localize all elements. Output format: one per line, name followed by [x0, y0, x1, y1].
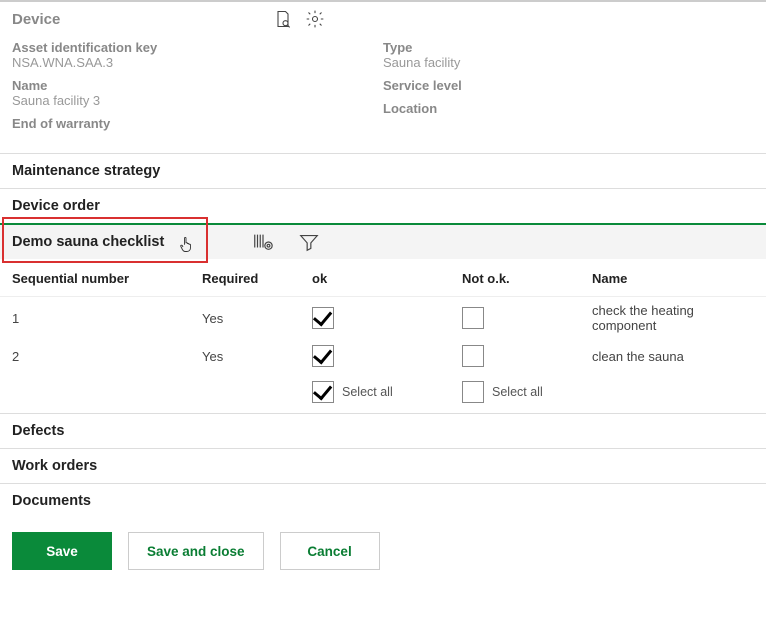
device-left-col: Asset identification key NSA.WNA.SAA.3 N… — [12, 36, 383, 139]
col-ok: ok — [300, 263, 450, 297]
notok-checkbox[interactable] — [462, 307, 484, 329]
defects-header[interactable]: Defects — [0, 413, 766, 448]
table-row: 1Yes check the heating component — [0, 297, 766, 340]
cell-name: check the heating component — [580, 297, 766, 340]
name-value: Sauna facility 3 — [12, 93, 383, 108]
maintenance-strategy-header[interactable]: Maintenance strategy — [0, 153, 766, 188]
select-all-notok-label: Select all — [492, 385, 543, 399]
checklist-table: Sequential number Required ok Not o.k. N… — [0, 263, 766, 413]
ok-checkbox[interactable] — [312, 345, 334, 367]
work-orders-header[interactable]: Work orders — [0, 448, 766, 483]
select-all-ok-checkbox[interactable] — [312, 381, 334, 403]
table-row: 2Yes clean the sauna — [0, 339, 766, 373]
col-name: Name — [580, 263, 766, 297]
notok-checkbox[interactable] — [462, 345, 484, 367]
cell-required: Yes — [190, 297, 300, 340]
save-button[interactable]: Save — [12, 532, 112, 570]
pointer-cursor-icon — [178, 235, 194, 256]
cell-seq: 2 — [0, 339, 190, 373]
checklist-title: Demo sauna checklist — [12, 234, 182, 250]
device-right-col: Type Sauna facility Service level Locati… — [383, 36, 754, 139]
location-label: Location — [383, 101, 754, 116]
device-order-header[interactable]: Device order — [0, 188, 766, 223]
type-value: Sauna facility — [383, 55, 754, 70]
table-header-row: Sequential number Required ok Not o.k. N… — [0, 263, 766, 297]
save-and-close-button[interactable]: Save and close — [128, 532, 264, 570]
eow-label: End of warranty — [12, 116, 383, 131]
gear-icon[interactable] — [304, 8, 326, 30]
select-all-row: Select all Select all — [0, 373, 766, 413]
device-section-title: Device — [12, 11, 272, 28]
type-label: Type — [383, 40, 754, 55]
checklist-header-bar[interactable]: Demo sauna checklist — [0, 223, 766, 259]
asset-id-value: NSA.WNA.SAA.3 — [12, 55, 383, 70]
select-all-ok-label: Select all — [342, 385, 393, 399]
barcode-settings-icon[interactable] — [252, 231, 274, 253]
preview-icon[interactable] — [272, 8, 294, 30]
select-all-notok-checkbox[interactable] — [462, 381, 484, 403]
col-required: Required — [190, 263, 300, 297]
cell-required: Yes — [190, 339, 300, 373]
col-seq: Sequential number — [0, 263, 190, 297]
cell-seq: 1 — [0, 297, 190, 340]
cancel-button[interactable]: Cancel — [280, 532, 380, 570]
documents-header[interactable]: Documents — [0, 483, 766, 518]
name-label: Name — [12, 78, 383, 93]
filter-icon[interactable] — [298, 231, 320, 253]
asset-id-label: Asset identification key — [12, 40, 383, 55]
button-row: Save Save and close Cancel — [0, 518, 766, 590]
cell-name: clean the sauna — [580, 339, 766, 373]
service-level-label: Service level — [383, 78, 754, 93]
device-section: Device Asset identification key NSA.WNA.… — [0, 0, 766, 153]
ok-checkbox[interactable] — [312, 307, 334, 329]
col-notok: Not o.k. — [450, 263, 580, 297]
